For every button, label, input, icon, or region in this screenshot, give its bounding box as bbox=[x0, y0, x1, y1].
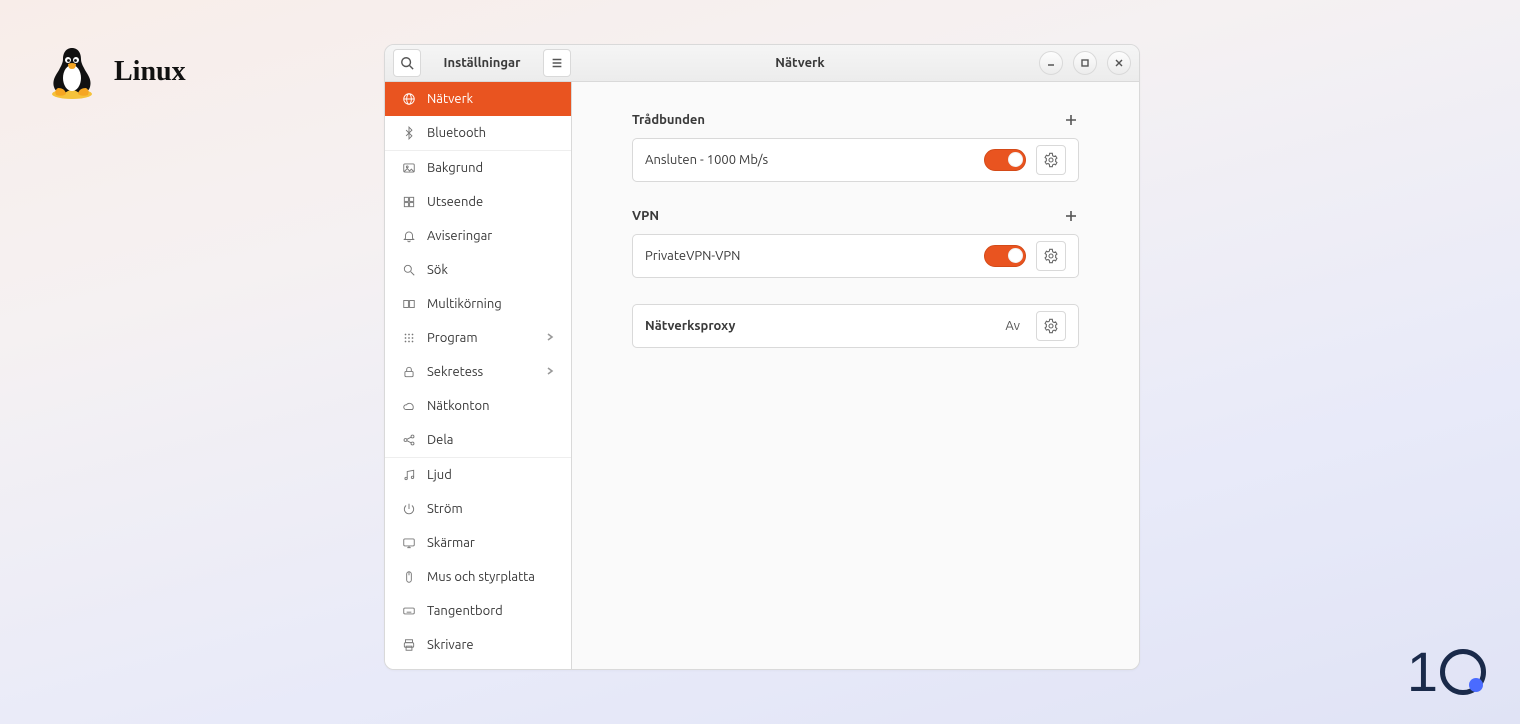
sidebar-item-appearance[interactable]: Utseende bbox=[385, 185, 571, 219]
sidebar-item-background[interactable]: Bakgrund bbox=[385, 151, 571, 185]
tux-icon bbox=[44, 44, 100, 100]
bell-icon bbox=[401, 228, 417, 244]
lock-icon bbox=[401, 364, 417, 380]
wired-section-header: Trådbunden bbox=[632, 112, 1079, 128]
add-wired-button[interactable] bbox=[1063, 112, 1079, 128]
sidebar-item-privacy[interactable]: Sekretess bbox=[385, 355, 571, 389]
vpn-name: PrivateVPN-VPN bbox=[645, 249, 974, 263]
watermark: 1 bbox=[1407, 639, 1486, 704]
proxy-title: Nätverksproxy bbox=[645, 319, 995, 333]
wired-status: Ansluten - 1000 Mb/s bbox=[645, 153, 974, 167]
sidebar-item-label: Aviseringar bbox=[427, 229, 492, 243]
os-badge: Linux bbox=[44, 44, 186, 100]
proxy-row: Nätverksproxy Av bbox=[633, 305, 1078, 347]
vpn-toggle[interactable] bbox=[984, 245, 1026, 267]
printer-icon bbox=[401, 637, 417, 653]
maximize-button[interactable] bbox=[1073, 51, 1097, 75]
sidebar-item-label: Bluetooth bbox=[427, 126, 486, 140]
appearance-icon bbox=[401, 194, 417, 210]
sidebar-item-label: Bakgrund bbox=[427, 161, 483, 175]
network-panel: Trådbunden Ansluten - 1000 Mb/s VPN bbox=[572, 82, 1139, 669]
wired-card: Ansluten - 1000 Mb/s bbox=[632, 138, 1079, 182]
music-icon bbox=[401, 467, 417, 483]
chevron-right-icon bbox=[545, 365, 555, 379]
sidebar-item-search[interactable]: Sök bbox=[385, 253, 571, 287]
os-label: Linux bbox=[114, 56, 186, 88]
sidebar-item-printers[interactable]: Skrivare bbox=[385, 628, 571, 662]
hamburger-menu-button[interactable] bbox=[543, 49, 571, 77]
wired-title: Trådbunden bbox=[632, 113, 705, 127]
sidebar-item-label: Nätkonton bbox=[427, 399, 490, 413]
sidebar-item-label: Nätverk bbox=[427, 92, 473, 106]
sidebar-item-label: Sekretess bbox=[427, 365, 483, 379]
sidebar-item-label: Ljud bbox=[427, 468, 452, 482]
sidebar-item-label: Tangentbord bbox=[427, 604, 503, 618]
sidebar-item-label: Multikörning bbox=[427, 297, 502, 311]
sidebar-item-label: Sök bbox=[427, 263, 448, 277]
settings-title: Inställningar bbox=[429, 56, 535, 70]
watermark-1: 1 bbox=[1407, 639, 1436, 704]
sidebar-item-label: Dela bbox=[427, 433, 453, 447]
sidebar-item-online_accounts[interactable]: Nätkonton bbox=[385, 389, 571, 423]
wired-row: Ansluten - 1000 Mb/s bbox=[633, 139, 1078, 181]
globe-icon bbox=[401, 91, 417, 107]
sidebar-item-keyboard[interactable]: Tangentbord bbox=[385, 594, 571, 628]
settings-sidebar: Nätverk Bluetooth Bakgrund Utseende Aviserin… bbox=[385, 82, 572, 669]
titlebar: Inställningar Nätverk bbox=[385, 45, 1139, 82]
sidebar-item-sound[interactable]: Ljud bbox=[385, 458, 571, 492]
sidebar-item-bluetooth[interactable]: Bluetooth bbox=[385, 116, 571, 150]
cloud-icon bbox=[401, 398, 417, 414]
sidebar-item-label: Ström bbox=[427, 502, 463, 516]
vpn-section-header: VPN bbox=[632, 208, 1079, 224]
sidebar-item-label: Utseende bbox=[427, 195, 483, 209]
vpn-row: PrivateVPN-VPN bbox=[633, 235, 1078, 277]
display-icon bbox=[401, 535, 417, 551]
watermark-o-icon bbox=[1440, 649, 1486, 695]
sidebar-item-network[interactable]: Nätverk bbox=[385, 82, 571, 116]
power-icon bbox=[401, 501, 417, 517]
vpn-title: VPN bbox=[632, 209, 659, 223]
minimize-button[interactable] bbox=[1039, 51, 1063, 75]
search-button[interactable] bbox=[393, 49, 421, 77]
sidebar-item-label: Skärmar bbox=[427, 536, 475, 550]
sidebar-item-sharing[interactable]: Dela bbox=[385, 423, 571, 457]
sidebar-item-multitask[interactable]: Multikörning bbox=[385, 287, 571, 321]
settings-window: Inställningar Nätverk Nätverk Bluetooth Ba… bbox=[384, 44, 1140, 670]
sidebar-item-displays[interactable]: Skärmar bbox=[385, 526, 571, 560]
sidebar-item-mouse[interactable]: Mus och styrplatta bbox=[385, 560, 571, 594]
multitask-icon bbox=[401, 296, 417, 312]
sidebar-item-applications[interactable]: Program bbox=[385, 321, 571, 355]
sidebar-item-notifications[interactable]: Aviseringar bbox=[385, 219, 571, 253]
grid-icon bbox=[401, 330, 417, 346]
wallpaper-icon bbox=[401, 160, 417, 176]
close-button[interactable] bbox=[1107, 51, 1131, 75]
sidebar-item-power[interactable]: Ström bbox=[385, 492, 571, 526]
mouse-icon bbox=[401, 569, 417, 585]
vpn-card: PrivateVPN-VPN bbox=[632, 234, 1079, 278]
wired-toggle[interactable] bbox=[984, 149, 1026, 171]
chevron-right-icon bbox=[545, 331, 555, 345]
proxy-settings-button[interactable] bbox=[1036, 311, 1066, 341]
bluetooth-icon bbox=[401, 125, 417, 141]
proxy-value: Av bbox=[1005, 319, 1020, 333]
page-title: Nätverk bbox=[571, 56, 1029, 70]
wired-settings-button[interactable] bbox=[1036, 145, 1066, 175]
add-vpn-button[interactable] bbox=[1063, 208, 1079, 224]
proxy-card: Nätverksproxy Av bbox=[632, 304, 1079, 348]
keyboard-icon bbox=[401, 603, 417, 619]
sidebar-item-label: Program bbox=[427, 331, 478, 345]
sidebar-item-label: Skrivare bbox=[427, 638, 474, 652]
vpn-settings-button[interactable] bbox=[1036, 241, 1066, 271]
share-icon bbox=[401, 432, 417, 448]
search-icon bbox=[401, 262, 417, 278]
sidebar-item-label: Mus och styrplatta bbox=[427, 570, 535, 584]
